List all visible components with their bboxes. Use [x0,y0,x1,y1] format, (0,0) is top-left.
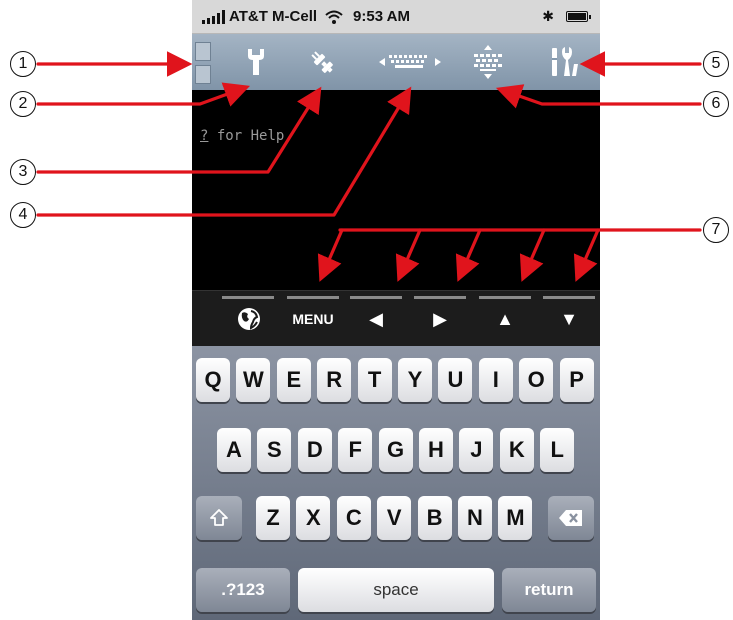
connect-button[interactable] [300,38,344,86]
space-key[interactable]: space [298,568,494,612]
battery-icon [566,11,591,22]
callout-2: 2 [10,91,36,117]
key-i[interactable]: I [478,358,513,402]
terminal-toolbar [192,34,600,91]
callout-4: 4 [10,202,36,228]
keyboard-icon [379,55,441,68]
delete-icon [559,510,582,526]
key-s[interactable]: S [257,428,292,472]
callout-1: 1 [10,51,36,77]
help-hint: ? for Help [200,128,284,144]
key-x[interactable]: X [296,496,331,540]
callout-5: 5 [703,51,729,77]
key-e[interactable]: E [276,358,311,402]
globe-icon [238,308,260,330]
return-key[interactable]: return [502,568,596,612]
tools-icon [552,47,578,76]
arrow-right-key[interactable]: ▶ [413,291,467,347]
key-o[interactable]: O [519,358,554,402]
arrow-up-key[interactable]: ▲ [478,291,532,347]
key-d[interactable]: D [297,428,332,472]
arrow-down-key[interactable]: ▼ [542,291,596,347]
phone-screen: AT&T M-Cell 9:53 AM ✱ ? for Help MENU ◀ … [192,0,600,620]
callout-6: 6 [703,91,729,117]
key-m[interactable]: M [498,496,533,540]
key-r[interactable]: R [317,358,352,402]
key-n[interactable]: N [458,496,492,540]
menu-key[interactable]: MENU [286,291,340,347]
key-u[interactable]: U [438,358,473,402]
bluetooth-icon: ✱ [542,8,554,24]
keyboard-accessory-bar: MENU ◀ ▶ ▲ ▼ [192,290,600,347]
wifi-icon [325,10,343,24]
onscreen-keyboard: QWERTYUIOP ASDFGHJKL ZXCVBNM .?123 space… [192,346,600,620]
key-t[interactable]: T [357,358,392,402]
key-v[interactable]: V [377,496,412,540]
key-h[interactable]: H [419,428,453,472]
key-a[interactable]: A [217,428,251,472]
key-p[interactable]: P [559,358,594,402]
keyboard-resize-icon [474,45,502,79]
key-y[interactable]: Y [398,358,432,402]
globe-button[interactable] [222,291,276,347]
key-w[interactable]: W [236,358,271,402]
shift-key[interactable] [196,496,242,540]
key-g[interactable]: G [378,428,413,472]
arrow-left-key[interactable]: ◀ [349,291,403,347]
key-b[interactable]: B [417,496,452,540]
callout-7: 7 [703,217,729,243]
key-l[interactable]: L [540,428,575,472]
drawer-toggle-icon [195,42,211,61]
key-j[interactable]: J [459,428,494,472]
keyboard-resize-button[interactable] [462,38,514,86]
accessory-divider [222,296,274,299]
signal-strength-icon [202,9,225,24]
shift-icon [210,509,228,526]
key-z[interactable]: Z [256,496,290,540]
wrench-icon [248,49,264,75]
plug-icon [311,51,333,73]
callout-3: 3 [10,159,36,185]
status-bar: AT&T M-Cell 9:53 AM ✱ [192,0,600,34]
tools-button[interactable] [542,38,586,86]
keyboard-toggle-button[interactable] [378,38,442,86]
key-q[interactable]: Q [196,358,230,402]
carrier-name: AT&T M-Cell [229,8,318,25]
key-f[interactable]: F [338,428,373,472]
key-c[interactable]: C [336,496,371,540]
status-time: 9:53 AM [353,8,411,25]
settings-button[interactable] [234,38,278,86]
terminal-output[interactable]: ? for Help [192,90,600,290]
help-text: for Help [208,128,285,144]
delete-key[interactable] [548,496,594,540]
key-k[interactable]: K [499,428,534,472]
numbers-key[interactable]: .?123 [196,568,290,612]
drawer-toggle-button[interactable] [194,42,212,84]
